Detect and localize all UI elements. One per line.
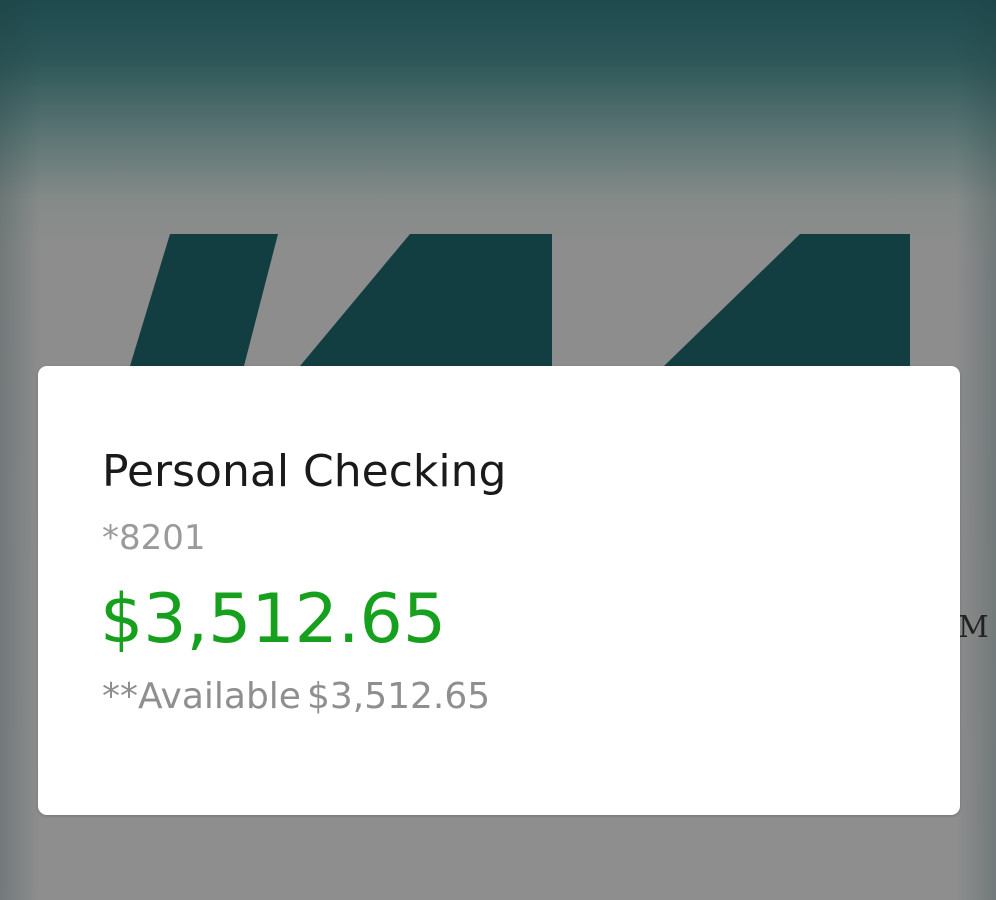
account-balance: $3,512.65 [100, 580, 447, 659]
available-balance-line: **Available $3,512.65 [102, 676, 490, 717]
logo-stroke-1 [130, 234, 278, 366]
logo-stroke-2 [300, 234, 552, 366]
account-name: Personal Checking [102, 446, 507, 497]
background-side-glyph: M [958, 610, 989, 645]
logo-stroke-3 [664, 234, 910, 366]
available-amount: $3,512.65 [306, 676, 491, 717]
account-card[interactable]: Personal Checking *8201 $3,512.65 **Avai… [38, 366, 960, 815]
account-number: *8201 [102, 518, 206, 558]
available-label: **Available [102, 676, 301, 717]
